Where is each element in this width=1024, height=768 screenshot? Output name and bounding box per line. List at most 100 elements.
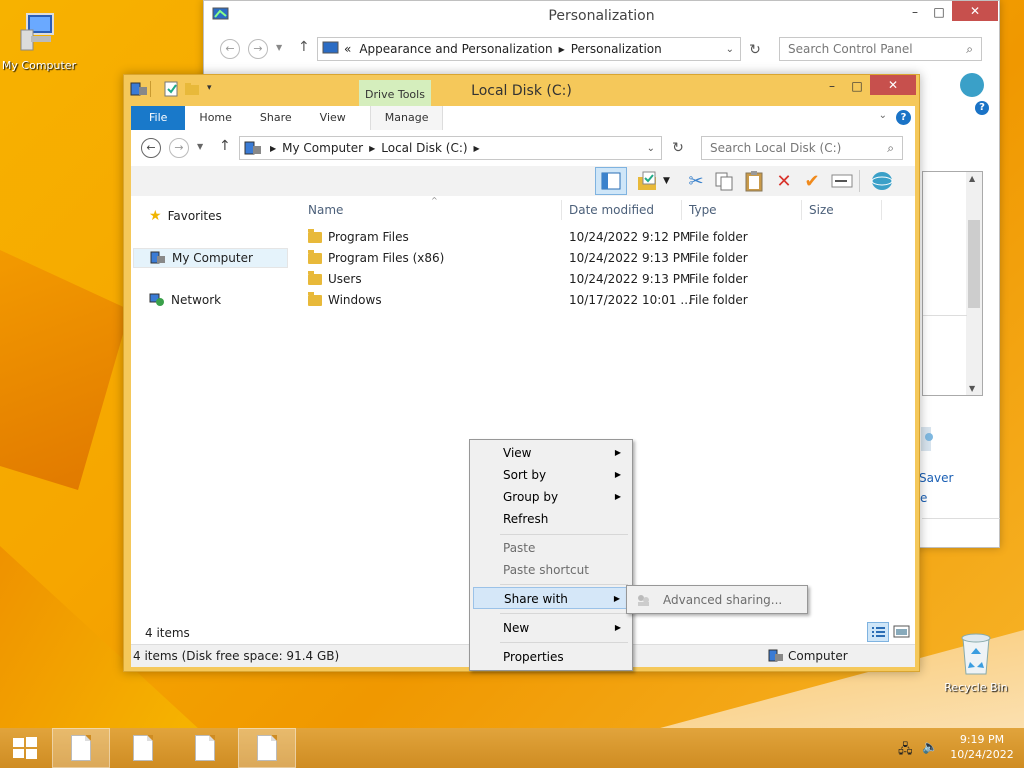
- menu-item-paste[interactable]: Paste: [473, 537, 629, 559]
- submenu-arrow-icon: ▶: [614, 492, 621, 501]
- network-tray-icon[interactable]: 🖧: [898, 740, 913, 762]
- up-button[interactable]: ↑: [219, 138, 231, 154]
- maximize-button[interactable]: □: [843, 75, 871, 97]
- scroll-up-icon[interactable]: ▲: [969, 174, 975, 183]
- recent-locations-icon[interactable]: ▼: [197, 142, 203, 151]
- scrollbar-thumb[interactable]: [968, 220, 980, 308]
- search-icon[interactable]: ⌕: [966, 42, 973, 57]
- menu-item-paste-shortcut[interactable]: Paste shortcut: [473, 559, 629, 581]
- chevron-down-icon[interactable]: ▼: [663, 176, 670, 186]
- back-button[interactable]: ←: [220, 39, 240, 59]
- breadcrumb-item[interactable]: My Computer: [282, 141, 363, 155]
- copy-button[interactable]: [711, 168, 737, 194]
- tab-file[interactable]: File: [131, 106, 186, 130]
- column-header-size[interactable]: Size: [809, 200, 834, 220]
- folder-options-button[interactable]: [635, 168, 661, 194]
- back-button[interactable]: ←: [141, 138, 161, 158]
- partial-link[interactable]: e: [920, 491, 927, 505]
- volume-icon[interactable]: 🔈: [922, 740, 938, 755]
- expand-ribbon-icon[interactable]: ⌄: [879, 110, 887, 121]
- properties-button[interactable]: ✔: [799, 168, 825, 194]
- network-globe-icon[interactable]: [960, 73, 984, 97]
- refresh-icon[interactable]: ↻: [667, 137, 689, 159]
- column-header-name[interactable]: Name: [308, 200, 343, 220]
- tab-view[interactable]: View: [306, 106, 360, 130]
- context-menu: View ▶ Sort by ▶ Group by ▶ Refresh Paste P…: [469, 439, 633, 671]
- submenu-arrow-icon: ▶: [614, 448, 621, 457]
- checkmark-icon: ✔: [804, 170, 820, 192]
- desktop-icon-label: Recycle Bin: [944, 681, 1008, 694]
- address-bar[interactable]: « Appearance and Personalization ▶ Perso…: [317, 37, 741, 61]
- desktop-icon-my-computer[interactable]: My Computer: [0, 10, 78, 72]
- menu-item-refresh[interactable]: Refresh: [473, 508, 629, 530]
- preview-pane-button[interactable]: [595, 167, 627, 195]
- close-button[interactable]: ✕: [952, 1, 998, 21]
- address-bar[interactable]: ▶ My Computer ▶ Local Disk (C:) ▶ ⌄: [239, 136, 662, 160]
- nav-item-favorites[interactable]: ★ Favorites: [133, 206, 288, 226]
- breadcrumb-item[interactable]: Local Disk (C:): [381, 141, 467, 155]
- file-row[interactable]: Windows 10/17/2022 10:01 ... File folder: [306, 290, 906, 311]
- minimize-button[interactable]: –: [818, 75, 846, 97]
- search-input[interactable]: Search Control Panel ⌕: [779, 37, 982, 61]
- cut-button[interactable]: ✂: [683, 168, 709, 194]
- file-row[interactable]: Program Files 10/24/2022 9:12 PM File fo…: [306, 227, 906, 248]
- delete-button[interactable]: ✕: [771, 168, 797, 194]
- chevron-down-icon[interactable]: ⌄: [647, 143, 655, 154]
- menu-item-properties[interactable]: Properties: [473, 646, 629, 668]
- clock[interactable]: 9:19 PM 10/24/2022: [944, 732, 1020, 762]
- menu-item-new[interactable]: New ▶: [473, 617, 629, 639]
- nav-item-my-computer[interactable]: My Computer: [133, 248, 288, 268]
- column-header-date[interactable]: Date modified: [569, 200, 654, 220]
- screen-saver-icon[interactable]: [919, 423, 939, 459]
- help-icon[interactable]: ?: [975, 101, 989, 115]
- maximize-button[interactable]: □: [925, 1, 953, 23]
- forward-button[interactable]: →: [169, 138, 189, 158]
- menu-item-sort-by[interactable]: Sort by ▶: [473, 464, 629, 486]
- menu-label: Refresh: [503, 512, 549, 526]
- taskbar-app-4[interactable]: [238, 728, 296, 768]
- menu-item-view[interactable]: View ▶: [473, 442, 629, 464]
- folder-icon: [308, 250, 322, 264]
- paste-button[interactable]: [741, 168, 767, 194]
- breadcrumb-item[interactable]: Personalization: [571, 42, 662, 56]
- taskbar-app-1[interactable]: [52, 728, 110, 768]
- tab-home[interactable]: Home: [185, 106, 245, 130]
- refresh-icon[interactable]: ↻: [744, 39, 766, 61]
- close-button[interactable]: ✕: [870, 75, 916, 95]
- forward-button[interactable]: →: [248, 39, 268, 59]
- large-icons-view-button[interactable]: [893, 624, 911, 640]
- column-separator: [561, 200, 562, 220]
- taskbar-app-3[interactable]: [176, 728, 234, 768]
- file-row[interactable]: Users 10/24/2022 9:13 PM File folder: [306, 269, 906, 290]
- scrollbar[interactable]: ▲ ▼: [966, 172, 982, 395]
- desktop-icon-recycle-bin[interactable]: Recycle Bin: [943, 630, 1009, 694]
- menu-item-advanced-sharing[interactable]: Advanced sharing...: [630, 589, 804, 611]
- nav-item-network[interactable]: Network: [133, 290, 288, 310]
- tab-share[interactable]: Share: [246, 106, 306, 130]
- file-name: Program Files: [328, 230, 409, 244]
- chevron-down-icon[interactable]: ⌄: [726, 44, 734, 55]
- help-icon[interactable]: ?: [896, 110, 911, 125]
- details-view-button[interactable]: [867, 622, 889, 642]
- start-button[interactable]: [0, 728, 50, 768]
- status-text: 4 items (Disk free space: 91.4 GB): [133, 649, 340, 663]
- file-date: 10/24/2022 9:12 PM: [569, 230, 691, 244]
- recent-locations-icon[interactable]: ▼: [276, 43, 282, 52]
- network-button[interactable]: [869, 168, 895, 194]
- column-separator: [681, 200, 682, 220]
- breadcrumb-overflow[interactable]: «: [344, 42, 351, 56]
- menu-item-group-by[interactable]: Group by ▶: [473, 486, 629, 508]
- tab-manage[interactable]: Manage: [369, 106, 444, 130]
- file-name: Windows: [328, 293, 382, 307]
- rename-button[interactable]: [829, 168, 855, 194]
- taskbar-app-2[interactable]: [114, 728, 172, 768]
- search-input[interactable]: Search Local Disk (C:) ⌕: [701, 136, 903, 160]
- scroll-down-icon[interactable]: ▼: [969, 384, 975, 393]
- column-header-type[interactable]: Type: [689, 200, 717, 220]
- menu-item-share-with[interactable]: Share with ▶: [473, 587, 629, 609]
- file-row[interactable]: Program Files (x86) 10/24/2022 9:13 PM F…: [306, 248, 906, 269]
- search-icon[interactable]: ⌕: [887, 141, 894, 156]
- screen-saver-link[interactable]: Saver: [919, 471, 953, 485]
- breadcrumb-item[interactable]: Appearance and Personalization: [359, 42, 552, 56]
- up-button[interactable]: ↑: [298, 39, 310, 55]
